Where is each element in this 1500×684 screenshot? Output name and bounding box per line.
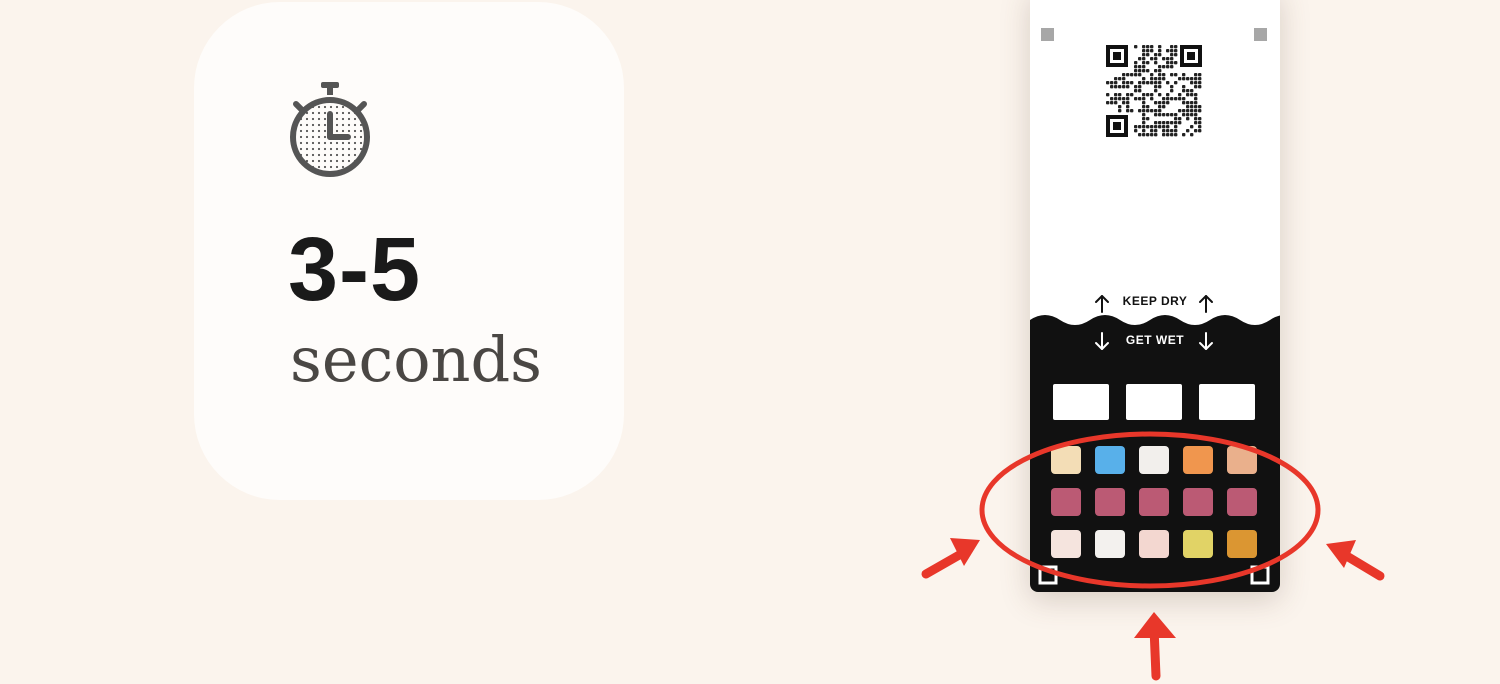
arrow-icon (1326, 540, 1385, 581)
highlight-ellipse (979, 431, 1321, 589)
annotation-overlay (921, 431, 1385, 681)
arrow-icon (1134, 612, 1176, 681)
arrow-icon (921, 538, 980, 579)
